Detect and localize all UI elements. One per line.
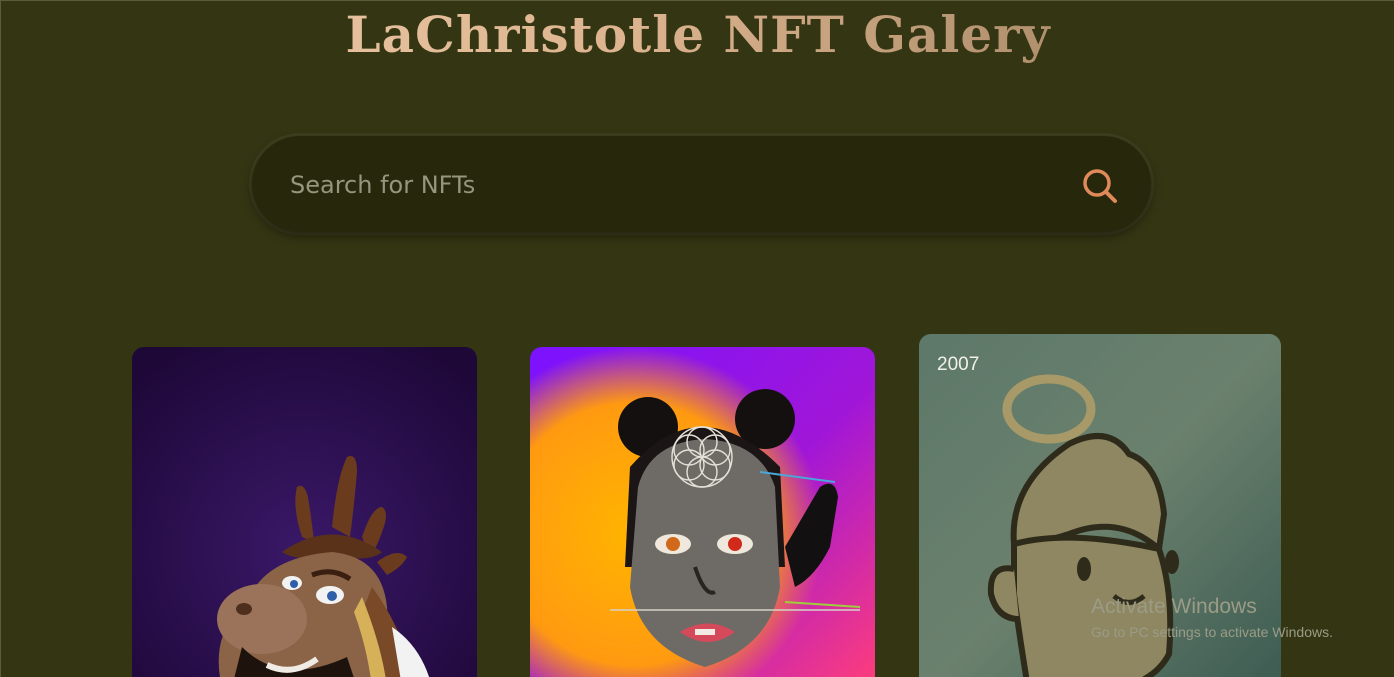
gallery-page: LaChristotle NFT Galery Search for NFTs … <box>0 0 1394 677</box>
watermark-title: Activate Windows <box>1091 595 1257 618</box>
page-title: LaChristotle NFT Galery <box>1 3 1394 67</box>
watermark-subtitle: Go to PC settings to activate Windows. <box>1091 624 1333 640</box>
nft-image-face <box>530 347 875 677</box>
card-year-label: 2007 <box>937 354 980 375</box>
search-input[interactable] <box>288 162 1052 208</box>
search-icon[interactable] <box>1078 164 1122 208</box>
nft-card[interactable] <box>132 347 477 677</box>
search-bar <box>252 136 1151 232</box>
nft-image-hippo <box>132 347 477 677</box>
activation-watermark: Activate Windows Go to PC settings to ac… <box>1091 594 1333 644</box>
nft-card[interactable] <box>530 347 875 677</box>
